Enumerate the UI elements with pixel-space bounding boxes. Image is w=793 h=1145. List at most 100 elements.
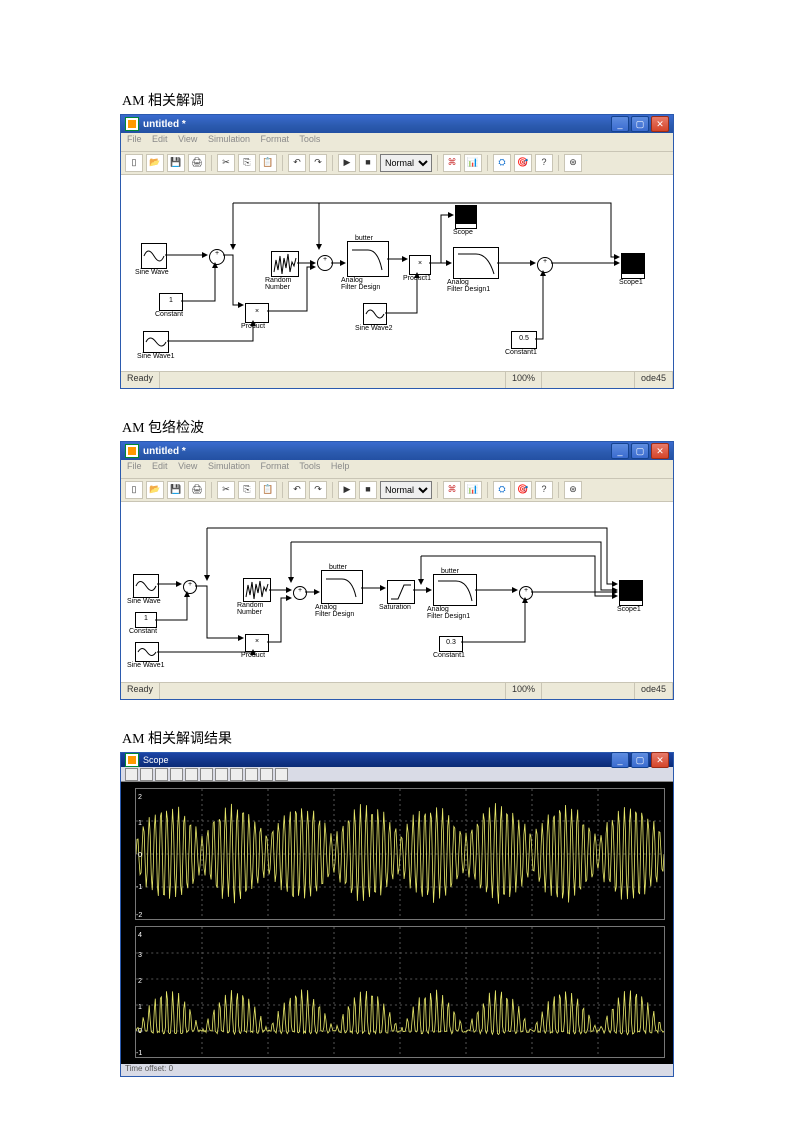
scope-icon[interactable]: 📊 bbox=[464, 481, 482, 499]
save-icon[interactable]: 💾 bbox=[167, 154, 185, 172]
minimize-button[interactable]: _ bbox=[611, 752, 629, 768]
restore-icon[interactable] bbox=[230, 768, 243, 781]
sim-mode-select[interactable]: Normal bbox=[380, 154, 432, 172]
menubar[interactable]: File Edit View Simulation Format Tools H… bbox=[121, 460, 673, 479]
menubar[interactable]: File Edit View Simulation Format Tools bbox=[121, 133, 673, 152]
zoomy-icon[interactable] bbox=[185, 768, 198, 781]
build-icon[interactable]: ⛭ bbox=[493, 481, 511, 499]
close-button[interactable]: ✕ bbox=[651, 443, 669, 459]
copy-icon[interactable]: ⎘ bbox=[238, 481, 256, 499]
menu-file[interactable]: File bbox=[127, 134, 142, 144]
block-sine-wave1[interactable] bbox=[135, 642, 159, 662]
block-analog-filter[interactable] bbox=[347, 241, 389, 277]
block-scope1[interactable] bbox=[621, 253, 645, 275]
undo-icon[interactable]: ↶ bbox=[288, 481, 306, 499]
maximize-button[interactable]: ▢ bbox=[631, 116, 649, 132]
block-sine-wave1[interactable] bbox=[143, 331, 169, 353]
block-constant1[interactable]: 0.3 bbox=[439, 636, 463, 652]
zoom-icon[interactable] bbox=[155, 768, 168, 781]
block-sum2[interactable]: + bbox=[293, 586, 307, 600]
stop-icon[interactable]: ■ bbox=[359, 481, 377, 499]
cut-icon[interactable]: ✂ bbox=[217, 154, 235, 172]
play-icon[interactable]: ▶ bbox=[338, 481, 356, 499]
new-icon[interactable]: ▯ bbox=[125, 481, 143, 499]
block-saturation[interactable] bbox=[387, 580, 415, 604]
block-analog-filter1[interactable] bbox=[453, 247, 499, 279]
lib-icon[interactable]: ⌘ bbox=[443, 154, 461, 172]
block-random-number[interactable] bbox=[243, 578, 271, 602]
block-analog-filter[interactable] bbox=[321, 570, 363, 604]
cut-icon[interactable]: ✂ bbox=[217, 481, 235, 499]
block-sine-wave2[interactable] bbox=[363, 303, 387, 325]
block-constant1[interactable]: 0.5 bbox=[511, 331, 537, 349]
new-icon[interactable]: ▯ bbox=[125, 154, 143, 172]
paste-icon[interactable]: 📋 bbox=[259, 154, 277, 172]
config-icon[interactable]: ⊛ bbox=[564, 481, 582, 499]
menu-format[interactable]: Format bbox=[260, 461, 289, 471]
canvas-envelope[interactable]: Sine Wave 1 Constant Sine Wave1 + Random… bbox=[121, 502, 673, 682]
autoscale-icon[interactable] bbox=[200, 768, 213, 781]
canvas-coherent[interactable]: Sine Wave 1 Constant Sine Wave1 + × Prod… bbox=[121, 175, 673, 371]
target-icon[interactable]: 🎯 bbox=[514, 154, 532, 172]
block-product[interactable]: × bbox=[245, 634, 269, 652]
block-constant[interactable]: 1 bbox=[135, 612, 157, 628]
plot-am-signal[interactable]: 210-1-2 bbox=[135, 788, 665, 920]
menu-edit[interactable]: Edit bbox=[152, 134, 168, 144]
open-icon[interactable]: 📂 bbox=[146, 154, 164, 172]
block-sum3[interactable]: + bbox=[537, 257, 553, 273]
titlebar[interactable]: Scope _ ▢ ✕ bbox=[121, 753, 673, 767]
print-icon[interactable] bbox=[125, 768, 138, 781]
sim-mode-select[interactable]: Normal bbox=[380, 481, 432, 499]
menu-file[interactable]: File bbox=[127, 461, 142, 471]
redo-icon[interactable]: ↷ bbox=[309, 481, 327, 499]
open-icon[interactable]: 📂 bbox=[146, 481, 164, 499]
save-icon[interactable]: 💾 bbox=[167, 481, 185, 499]
undo-icon[interactable]: ↶ bbox=[288, 154, 306, 172]
block-sine-wave[interactable] bbox=[141, 243, 167, 269]
block-sum1[interactable]: + bbox=[209, 249, 225, 265]
plot-detected[interactable]: 43210-1 bbox=[135, 926, 665, 1058]
scope-icon[interactable]: 📊 bbox=[464, 154, 482, 172]
block-constant[interactable]: 1 bbox=[159, 293, 183, 311]
block-sum2[interactable]: + bbox=[317, 255, 333, 271]
help-icon[interactable]: ? bbox=[535, 481, 553, 499]
menu-help[interactable]: Help bbox=[331, 461, 350, 471]
menu-simulation[interactable]: Simulation bbox=[208, 461, 250, 471]
block-sine-wave[interactable] bbox=[133, 574, 159, 598]
save-icon[interactable] bbox=[215, 768, 228, 781]
redo-icon[interactable]: ↷ bbox=[309, 154, 327, 172]
params-icon[interactable] bbox=[140, 768, 153, 781]
menu-simulation[interactable]: Simulation bbox=[208, 134, 250, 144]
menu-view[interactable]: View bbox=[178, 134, 197, 144]
paste-icon[interactable]: 📋 bbox=[259, 481, 277, 499]
print-icon[interactable]: 🖨 bbox=[188, 481, 206, 499]
block-scope1[interactable] bbox=[619, 580, 643, 602]
close-button[interactable]: ✕ bbox=[651, 752, 669, 768]
titlebar[interactable]: untitled * _ ▢ ✕ bbox=[121, 442, 673, 460]
block-sum1[interactable]: + bbox=[183, 580, 197, 594]
menu-tools[interactable]: Tools bbox=[299, 134, 320, 144]
minimize-button[interactable]: _ bbox=[611, 116, 629, 132]
block-random-number[interactable] bbox=[271, 251, 299, 277]
play-icon[interactable]: ▶ bbox=[338, 154, 356, 172]
build-icon[interactable]: ⛭ bbox=[493, 154, 511, 172]
lock-icon[interactable] bbox=[260, 768, 273, 781]
block-sum3[interactable]: + bbox=[519, 586, 533, 600]
maximize-button[interactable]: ▢ bbox=[631, 752, 649, 768]
menu-edit[interactable]: Edit bbox=[152, 461, 168, 471]
config-icon[interactable]: ⊛ bbox=[564, 154, 582, 172]
target-icon[interactable]: 🎯 bbox=[514, 481, 532, 499]
close-button[interactable]: ✕ bbox=[651, 116, 669, 132]
menu-view[interactable]: View bbox=[178, 461, 197, 471]
copy-icon[interactable]: ⎘ bbox=[238, 154, 256, 172]
minimize-button[interactable]: _ bbox=[611, 443, 629, 459]
print-icon[interactable]: 🖨 bbox=[188, 154, 206, 172]
lib-icon[interactable]: ⌘ bbox=[443, 481, 461, 499]
stop-icon[interactable]: ■ bbox=[359, 154, 377, 172]
block-product1[interactable]: × bbox=[409, 255, 431, 275]
float-icon[interactable] bbox=[245, 768, 258, 781]
sig-icon[interactable] bbox=[275, 768, 288, 781]
zoomx-icon[interactable] bbox=[170, 768, 183, 781]
block-product[interactable]: × bbox=[245, 303, 269, 323]
menu-format[interactable]: Format bbox=[260, 134, 289, 144]
